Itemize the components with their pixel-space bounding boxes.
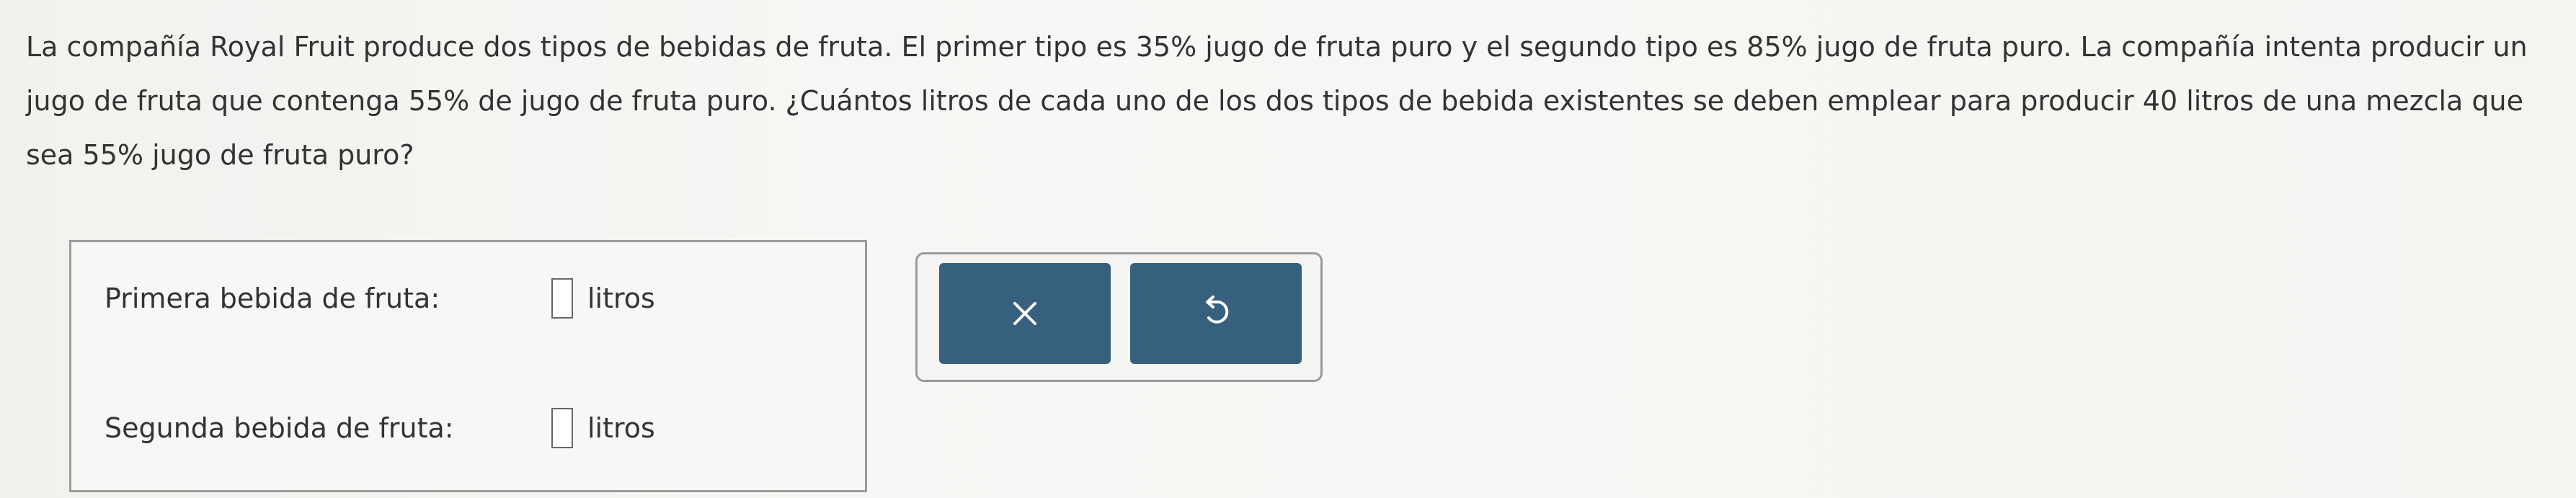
second-drink-unit: litros — [587, 412, 655, 444]
x-icon — [1013, 302, 1036, 325]
first-drink-input[interactable] — [551, 278, 573, 319]
first-drink-label: Primera bebida de fruta: — [105, 283, 440, 314]
second-drink-input[interactable] — [551, 408, 573, 448]
clear-button[interactable] — [939, 263, 1111, 364]
first-drink-unit: litros — [587, 283, 655, 314]
answer-row-first: Primera bebida de fruta: litros — [105, 278, 655, 319]
page: La compañía Royal Fruit produce dos tipo… — [0, 0, 2576, 498]
answer-box: Primera bebida de fruta: litros Segunda … — [69, 240, 867, 492]
question-text: La compañía Royal Fruit produce dos tipo… — [26, 31, 2528, 171]
answer-row-second: Segunda bebida de fruta: litros — [105, 408, 655, 448]
action-panel — [915, 252, 1323, 382]
second-drink-label: Segunda bebida de fruta: — [105, 412, 454, 444]
undo-icon — [1206, 295, 1229, 324]
undo-button[interactable] — [1130, 263, 1302, 364]
